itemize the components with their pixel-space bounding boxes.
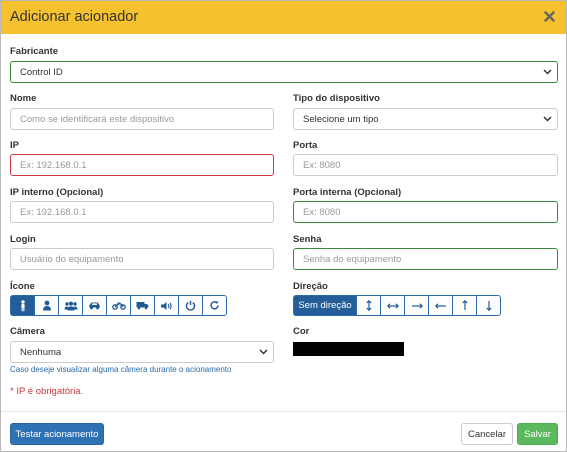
- ip-label: IP: [10, 140, 19, 151]
- name-label: Nome: [10, 93, 37, 104]
- direction-button-group: Sem direção: [293, 295, 501, 316]
- motorcycle-icon-button[interactable]: [106, 295, 131, 316]
- cancel-button[interactable]: Cancelar: [461, 423, 513, 445]
- name-input[interactable]: [10, 108, 274, 130]
- camera-value: Nenhuma: [20, 346, 62, 358]
- port-input[interactable]: [293, 154, 558, 176]
- horizontal-arrows-button[interactable]: [380, 295, 405, 316]
- speaker-icon: [160, 301, 173, 311]
- internal-port-input[interactable]: [293, 201, 558, 223]
- port-label: Porta: [293, 140, 318, 151]
- color-label: Cor: [293, 326, 310, 337]
- car-icon-button[interactable]: [82, 295, 107, 316]
- manufacturer-select[interactable]: Control ID: [10, 61, 558, 83]
- arrow-left-icon: [434, 302, 447, 310]
- login-label: Login: [10, 234, 36, 245]
- manufacturer-value: Control ID: [20, 66, 63, 78]
- internal-ip-label: IP interno (Opcional): [10, 187, 104, 198]
- validation-error: * IP é obrigatória.: [10, 386, 84, 397]
- user-icon-button[interactable]: [34, 295, 59, 316]
- chevron-down-icon: [543, 69, 552, 75]
- footer-divider: [1, 411, 566, 412]
- arrow-down-button[interactable]: [476, 295, 501, 316]
- user-icon: [42, 300, 52, 311]
- vertical-arrows-button[interactable]: [356, 295, 381, 316]
- manufacturer-label: Fabricante: [10, 46, 59, 57]
- password-input[interactable]: [293, 248, 558, 270]
- close-icon[interactable]: [540, 5, 558, 27]
- chevron-down-icon: [259, 349, 268, 355]
- arrow-up-icon: [461, 300, 469, 311]
- arrow-up-button[interactable]: [452, 295, 477, 316]
- modal-header: Adicionar acionador: [1, 1, 566, 34]
- test-trigger-button[interactable]: Testar acionamento: [10, 423, 104, 445]
- device-type-label: Tipo do dispositivo: [293, 93, 380, 104]
- person-icon: [18, 299, 28, 312]
- icon-button-group: [10, 295, 227, 316]
- device-type-value: Selecione um tipo: [303, 113, 379, 125]
- power-icon-button[interactable]: [178, 295, 203, 316]
- icon-label: Ícone: [10, 281, 35, 292]
- direction-label: Direção: [293, 281, 328, 292]
- camera-hint: Caso deseje visualizar alguma câmera dur…: [10, 365, 232, 374]
- internal-ip-input[interactable]: [10, 201, 274, 223]
- save-button[interactable]: Salvar: [517, 423, 558, 445]
- horizontal-arrows-icon: [386, 302, 399, 310]
- password-label: Senha: [293, 234, 322, 245]
- arrow-left-button[interactable]: [428, 295, 453, 316]
- group-icon-button[interactable]: [58, 295, 83, 316]
- device-type-select[interactable]: Selecione um tipo: [293, 108, 558, 130]
- camera-select[interactable]: Nenhuma: [10, 341, 274, 363]
- person-icon-button[interactable]: [10, 295, 35, 316]
- speaker-icon-button[interactable]: [154, 295, 179, 316]
- refresh-icon: [209, 300, 220, 311]
- color-picker-swatch[interactable]: [293, 342, 404, 356]
- modal-title: Adicionar acionador: [10, 9, 139, 25]
- group-icon: [64, 301, 78, 311]
- ip-input[interactable]: [10, 154, 274, 176]
- login-input[interactable]: [10, 248, 274, 270]
- vertical-arrows-icon: [365, 300, 373, 311]
- arrow-right-button[interactable]: [404, 295, 429, 316]
- arrow-down-icon: [485, 300, 493, 311]
- car-icon: [88, 301, 101, 310]
- motorcycle-icon: [111, 301, 126, 310]
- no-direction-button[interactable]: Sem direção: [293, 295, 357, 316]
- add-trigger-modal: Adicionar acionador Fabricante Control I…: [0, 0, 567, 452]
- internal-port-label: Porta interna (Opcional): [293, 187, 402, 198]
- power-icon: [185, 300, 196, 311]
- arrow-right-icon: [411, 302, 423, 310]
- chevron-down-icon: [543, 116, 552, 122]
- refresh-icon-button[interactable]: [202, 295, 227, 316]
- camera-label: Câmera: [10, 326, 45, 337]
- truck-icon: [136, 301, 149, 310]
- truck-icon-button[interactable]: [130, 295, 155, 316]
